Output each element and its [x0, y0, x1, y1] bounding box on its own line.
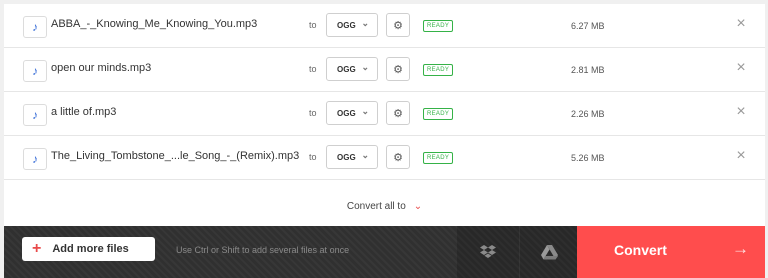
format-value: OGG [337, 64, 356, 74]
google-drive-icon [540, 244, 558, 259]
chevron-down-icon: ⌄ [361, 150, 369, 160]
close-icon: × [736, 103, 746, 120]
settings-button[interactable]: ⚙ [386, 13, 410, 37]
format-select[interactable]: OGG ⌄ [326, 57, 378, 81]
arrow-right-icon: → [732, 239, 749, 258]
file-row: ♪ a little of.mp3 to OGG ⌄ ⚙ READY 2.26 … [4, 92, 765, 136]
dropbox-icon [480, 245, 496, 258]
settings-button[interactable]: ⚙ [386, 145, 410, 169]
file-name: The_Living_Tombstone_...le_Song_-_(Remix… [51, 150, 300, 162]
file-size: 6.27 MB [571, 21, 605, 31]
music-note-icon: ♪ [23, 60, 47, 82]
convert-button[interactable]: Convert → [577, 226, 765, 278]
file-name: open our minds.mp3 [51, 62, 152, 74]
file-size: 2.26 MB [571, 109, 605, 119]
google-drive-button[interactable] [519, 226, 578, 278]
to-label: to [309, 64, 317, 74]
to-label: to [309, 152, 317, 162]
close-icon: × [736, 147, 746, 164]
format-select[interactable]: OGG ⌄ [326, 13, 378, 37]
chevron-down-icon: ⌄ [361, 18, 369, 28]
multi-select-hint: Use Ctrl or Shift to add several files a… [176, 245, 350, 255]
convert-all-label: Convert all to [346, 200, 406, 212]
gear-icon: ⚙ [393, 19, 403, 32]
format-value: OGG [337, 152, 356, 162]
format-value: OGG [337, 108, 356, 118]
music-note-icon: ♪ [23, 148, 47, 170]
status-badge: READY [423, 20, 454, 32]
add-more-files-button[interactable]: + Add more files [22, 237, 155, 261]
file-name: ABBA_-_Knowing_Me_Knowing_You.mp3 [51, 18, 258, 30]
remove-file-button[interactable]: × [732, 145, 750, 167]
status-badge: READY [423, 108, 454, 120]
settings-button[interactable]: ⚙ [386, 57, 410, 81]
remove-file-button[interactable]: × [732, 57, 750, 79]
dropbox-button[interactable] [457, 226, 519, 278]
music-note-icon: ♪ [23, 16, 47, 38]
close-icon: × [736, 15, 746, 32]
gear-icon: ⚙ [393, 63, 403, 76]
format-value: OGG [337, 20, 356, 30]
to-label: to [309, 20, 317, 30]
file-row: ♪ open our minds.mp3 to OGG ⌄ ⚙ READY 2.… [4, 48, 765, 92]
add-more-files-label: Add more files [52, 243, 129, 255]
convert-all-dropdown[interactable]: Convert all to ⌄ [4, 186, 765, 226]
remove-file-button[interactable]: × [732, 101, 750, 123]
settings-button[interactable]: ⚙ [386, 101, 410, 125]
file-row: ♪ ABBA_-_Knowing_Me_Knowing_You.mp3 to O… [4, 4, 765, 48]
gear-icon: ⚙ [393, 107, 403, 120]
status-badge: READY [423, 152, 454, 164]
file-list: ♪ ABBA_-_Knowing_Me_Knowing_You.mp3 to O… [4, 4, 765, 180]
convert-label: Convert [614, 242, 667, 258]
file-name: a little of.mp3 [51, 106, 117, 118]
chevron-down-icon: ⌄ [361, 62, 369, 72]
remove-file-button[interactable]: × [732, 13, 750, 35]
close-icon: × [736, 59, 746, 76]
format-select[interactable]: OGG ⌄ [326, 101, 378, 125]
to-label: to [309, 108, 317, 118]
chevron-down-icon: ⌄ [361, 106, 369, 116]
music-note-icon: ♪ [23, 104, 47, 126]
file-size: 5.26 MB [571, 153, 605, 163]
format-select[interactable]: OGG ⌄ [326, 145, 378, 169]
file-size: 2.81 MB [571, 65, 605, 75]
file-row: ♪ The_Living_Tombstone_...le_Song_-_(Rem… [4, 136, 765, 180]
gear-icon: ⚙ [393, 151, 403, 164]
bottom-toolbar: + Add more files Use Ctrl or Shift to ad… [4, 226, 765, 278]
file-panel: ♪ ABBA_-_Knowing_Me_Knowing_You.mp3 to O… [4, 4, 765, 226]
plus-icon: + [32, 240, 42, 257]
status-badge: READY [423, 64, 454, 76]
chevron-down-icon: ⌄ [413, 200, 423, 212]
